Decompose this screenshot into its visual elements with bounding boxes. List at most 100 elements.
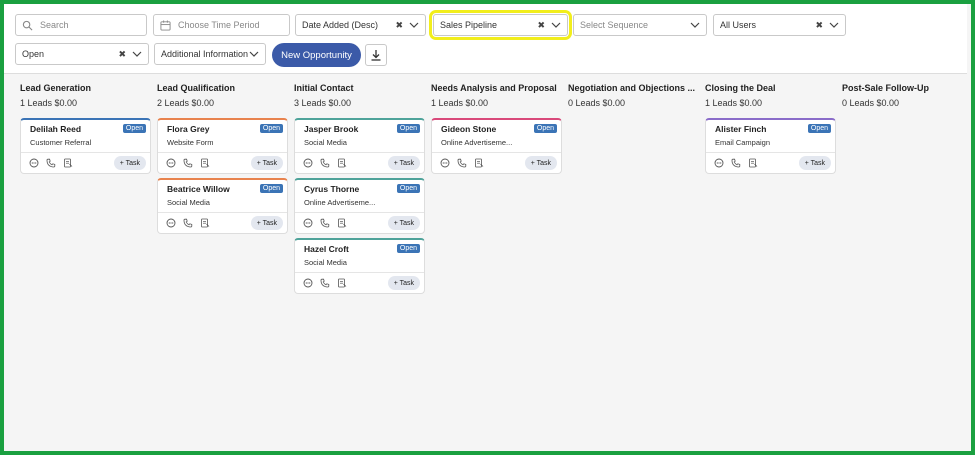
add-task-button[interactable]: + Task [113, 156, 146, 170]
lead-card[interactable]: Beatrice Willow Open Social Media + Task [157, 178, 288, 234]
lead-source: Customer Referral [30, 138, 92, 147]
clear-icon[interactable]: ✖ [537, 20, 545, 31]
lead-name[interactable]: Beatrice Willow [167, 184, 230, 194]
phone-icon[interactable] [731, 158, 741, 170]
card-divider [295, 152, 424, 153]
lead-source: Email Campaign [715, 138, 771, 147]
status-badge: Open [396, 184, 420, 193]
chat-icon[interactable] [303, 218, 313, 230]
card-divider [295, 272, 424, 273]
lead-card[interactable]: Jasper Brook Open Social Media + Task [294, 118, 425, 174]
phone-icon[interactable] [46, 158, 56, 170]
add-task-button[interactable]: + Task [798, 156, 831, 170]
note-icon[interactable] [748, 158, 758, 170]
lead-name[interactable]: Gideon Stone [441, 124, 496, 134]
column-title: Negotiation and Objections ... [568, 83, 696, 93]
lead-name[interactable]: Jasper Brook [304, 124, 358, 134]
lead-source: Social Media [304, 138, 347, 147]
note-icon[interactable] [474, 158, 484, 170]
card-divider [158, 152, 287, 153]
column-title: Post-Sale Follow-Up [842, 83, 930, 93]
chevron-down-icon [551, 22, 561, 28]
add-task-button[interactable]: + Task [387, 276, 420, 290]
add-task-button[interactable]: + Task [250, 156, 283, 170]
time-period-picker[interactable]: Choose Time Period [153, 14, 290, 36]
additional-info-label: Additional Information [161, 49, 249, 59]
status-badge: Open [396, 124, 420, 133]
status-badge: Open [259, 184, 283, 193]
lead-name[interactable]: Cyrus Thorne [304, 184, 359, 194]
new-opportunity-button[interactable]: New Opportunity [272, 43, 361, 67]
card-divider [295, 212, 424, 213]
chevron-down-icon [249, 51, 259, 57]
lead-card[interactable]: Gideon Stone Open Online Advertiseme... + T… [431, 118, 562, 174]
phone-icon[interactable] [320, 158, 330, 170]
chat-icon[interactable] [303, 158, 313, 170]
lead-name[interactable]: Flora Grey [167, 124, 210, 134]
lead-card[interactable]: Cyrus Thorne Open Online Advertiseme... + T… [294, 178, 425, 234]
column-summary: 0 Leads $0.00 [842, 98, 900, 108]
chevron-down-icon [409, 22, 419, 28]
column-summary: 0 Leads $0.00 [568, 98, 626, 108]
note-icon[interactable] [200, 158, 210, 170]
phone-icon[interactable] [183, 218, 193, 230]
card-actions [714, 158, 758, 170]
clear-icon[interactable]: ✖ [815, 20, 823, 31]
card-actions [303, 218, 347, 230]
column-summary: 2 Leads $0.00 [157, 98, 215, 108]
time-period-placeholder: Choose Time Period [178, 20, 260, 30]
lead-card[interactable]: Alister Finch Open Email Campaign + Task [705, 118, 836, 174]
chevron-down-icon [690, 22, 700, 28]
lead-source: Website Form [167, 138, 214, 147]
chat-icon[interactable] [440, 158, 450, 170]
lead-name[interactable]: Delilah Reed [30, 124, 81, 134]
note-icon[interactable] [63, 158, 73, 170]
pipeline-select[interactable]: Sales Pipeline ✖ [429, 10, 572, 40]
lead-card[interactable]: Hazel Croft Open Social Media + Task [294, 238, 425, 294]
status-value: Open [22, 49, 45, 59]
phone-icon[interactable] [457, 158, 467, 170]
phone-icon[interactable] [320, 278, 330, 290]
chat-icon[interactable] [166, 218, 176, 230]
lead-card[interactable]: Delilah Reed Open Customer Referral + Task [20, 118, 151, 174]
clear-icon[interactable]: ✖ [395, 20, 403, 31]
chat-icon[interactable] [303, 278, 313, 290]
chat-icon[interactable] [29, 158, 39, 170]
phone-icon[interactable] [183, 158, 193, 170]
lead-card[interactable]: Flora Grey Open Website Form + Task [157, 118, 288, 174]
search-input[interactable]: Search [15, 14, 147, 36]
calendar-icon [160, 19, 171, 31]
card-divider [21, 152, 150, 153]
card-actions [303, 158, 347, 170]
filter-toolbar: Search Choose Time Period Date Added (De… [4, 4, 967, 74]
chevron-down-icon [132, 51, 142, 57]
add-task-button[interactable]: + Task [387, 216, 420, 230]
status-badge: Open [396, 244, 420, 253]
lead-name[interactable]: Hazel Croft [304, 244, 349, 254]
column-title: Closing the Deal [705, 83, 776, 93]
sequence-select[interactable]: Select Sequence [573, 14, 707, 36]
sort-value: Date Added (Desc) [302, 20, 379, 30]
add-task-button[interactable]: + Task [387, 156, 420, 170]
download-button[interactable] [365, 44, 387, 66]
clear-icon[interactable]: ✖ [118, 49, 126, 60]
status-select[interactable]: Open ✖ [15, 43, 149, 65]
additional-info-select[interactable]: Additional Information [154, 43, 266, 65]
lead-name[interactable]: Alister Finch [715, 124, 766, 134]
add-task-button[interactable]: + Task [524, 156, 557, 170]
chat-icon[interactable] [166, 158, 176, 170]
card-divider [706, 152, 835, 153]
add-task-button[interactable]: + Task [250, 216, 283, 230]
chat-icon[interactable] [714, 158, 724, 170]
sequence-placeholder: Select Sequence [580, 20, 649, 30]
users-select[interactable]: All Users ✖ [713, 14, 846, 36]
phone-icon[interactable] [320, 218, 330, 230]
lead-source: Online Advertiseme... [441, 138, 513, 147]
sort-select[interactable]: Date Added (Desc) ✖ [295, 14, 426, 36]
card-actions [166, 158, 210, 170]
note-icon[interactable] [337, 218, 347, 230]
note-icon[interactable] [337, 278, 347, 290]
note-icon[interactable] [200, 218, 210, 230]
note-icon[interactable] [337, 158, 347, 170]
card-actions [440, 158, 484, 170]
